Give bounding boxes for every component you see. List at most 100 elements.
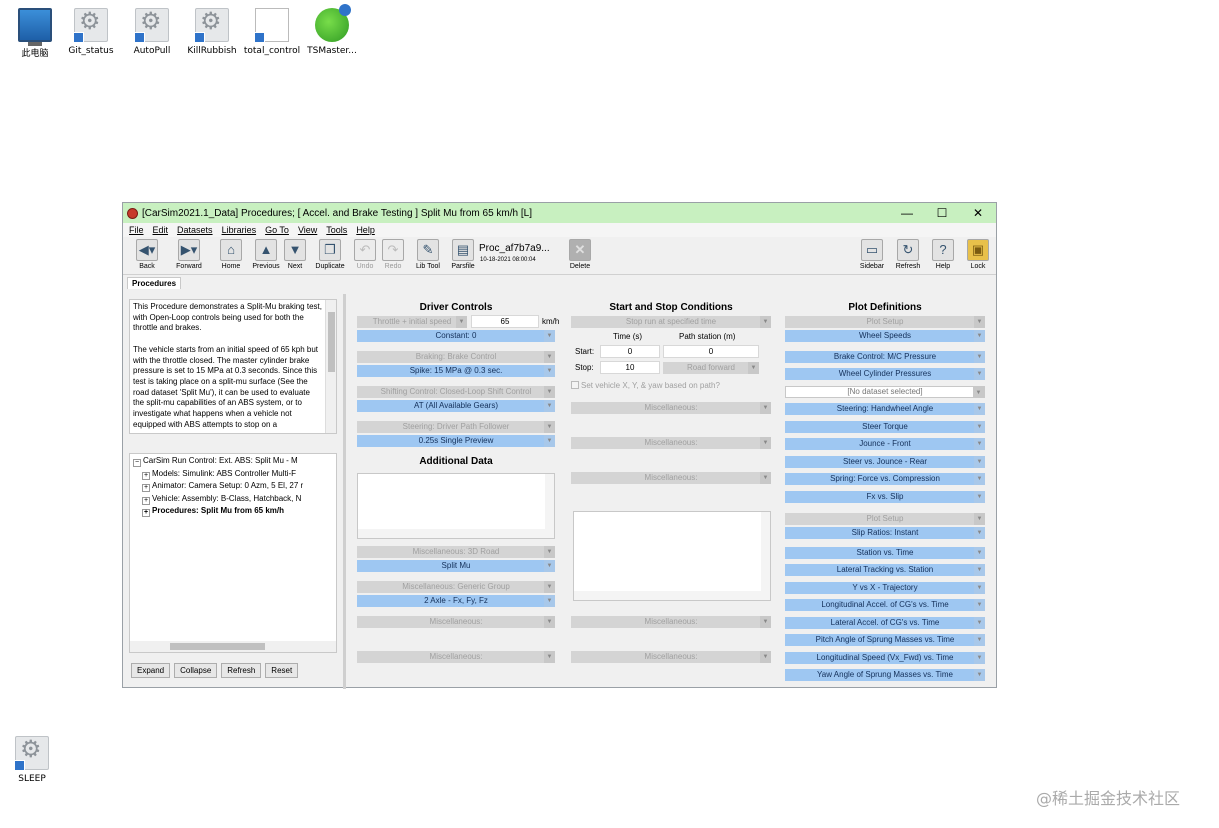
maximize-button[interactable]: ☐ [924, 203, 960, 223]
plot-item[interactable]: Longitudinal Accel. of CG's vs. Time ▼ [785, 599, 985, 611]
tree-item[interactable]: − CarSim Run Control: Ext. ABS: Split Mu … [133, 456, 324, 469]
home-button[interactable]: ⌂ Home [213, 239, 249, 273]
help-button[interactable]: ? Help [925, 239, 961, 273]
misc-dropdown[interactable]: Miscellaneous: ▼ [571, 402, 771, 414]
plot-item[interactable]: Spring: Force vs. Compression ▼ [785, 473, 985, 485]
menu-edit[interactable]: Edit [153, 225, 169, 235]
menu-help[interactable]: Help [356, 225, 375, 235]
lib-tool-button[interactable]: ✎ Lib Tool [410, 239, 446, 273]
desktop-icon-sleep[interactable]: SLEEP [0, 735, 67, 784]
plot-item[interactable]: Jounce - Front ▼ [785, 438, 985, 450]
braking-dataset[interactable]: Spike: 15 MPa @ 0.3 sec. ▼ [357, 365, 555, 377]
collapse-icon[interactable]: − [133, 459, 141, 467]
delete-button[interactable]: ✕ Delete [562, 239, 598, 273]
plot-item[interactable]: Y vs X - Trajectory ▼ [785, 582, 985, 594]
scroll-thumb[interactable] [170, 643, 265, 650]
expand-icon[interactable]: + [142, 484, 150, 493]
stop-time-input[interactable]: 10 [600, 361, 660, 374]
set-vehicle-checkbox[interactable]: Set vehicle X, Y, & yaw based on path? [571, 381, 720, 390]
plot-setup-dropdown[interactable]: Plot Setup ▼ [785, 513, 985, 525]
menu-goto[interactable]: Go To [265, 225, 289, 235]
refresh-toolbar-button[interactable]: ↻ Refresh [890, 239, 926, 273]
reset-button[interactable]: Reset [265, 663, 299, 678]
plot-item[interactable]: Lateral Tracking vs. Station ▼ [785, 564, 985, 576]
misc-dropdown[interactable]: Miscellaneous: ▼ [357, 651, 555, 663]
panel-splitter[interactable] [343, 294, 346, 689]
plot-setup-dataset[interactable]: Slip Ratios: Instant ▼ [785, 527, 985, 539]
tree-item[interactable]: + Procedures: Split Mu from 65 km/h [133, 506, 324, 519]
collapse-button[interactable]: Collapse [174, 663, 218, 678]
steering-dataset[interactable]: 0.25s Single Preview ▼ [357, 435, 555, 447]
expand-icon[interactable]: + [142, 471, 150, 480]
refresh-button[interactable]: Refresh [221, 663, 262, 678]
menu-datasets[interactable]: Datasets [177, 225, 213, 235]
plot-item[interactable]: Pitch Angle of Sprung Masses vs. Time ▼ [785, 634, 985, 646]
misc-dropdown[interactable]: Miscellaneous: ▼ [571, 651, 771, 663]
forward-button[interactable]: ▶▾ Forward [171, 239, 207, 273]
start-time-input[interactable]: 0 [600, 345, 660, 358]
description-scrollbar[interactable] [325, 300, 336, 433]
plot-item[interactable]: Longitudinal Speed (Vx_Fwd) vs. Time ▼ [785, 652, 985, 664]
tree-item[interactable]: + Animator: Camera Setup: 0 Azm, 5 El, 27… [133, 481, 324, 494]
sidebar-button[interactable]: ▭ Sidebar [854, 239, 890, 273]
next-button[interactable]: ▼ Next [277, 239, 313, 273]
road-direction-dropdown[interactable]: Road forward ▼ [663, 362, 759, 374]
generic-group-dataset[interactable]: 2 Axle - Fx, Fy, Fz ▼ [357, 595, 555, 607]
plot-item[interactable]: Yaw Angle of Sprung Masses vs. Time ▼ [785, 669, 985, 681]
back-button[interactable]: ◀▾ Back [129, 239, 165, 273]
redo-button[interactable]: ↷ Redo [375, 239, 411, 273]
shifting-dataset[interactable]: AT (All Available Gears) ▼ [357, 400, 555, 412]
plot-item[interactable]: Steering: Handwheel Angle ▼ [785, 403, 985, 415]
close-button[interactable]: ✕ [960, 203, 996, 223]
plot-setup-dataset[interactable]: Wheel Speeds ▼ [785, 330, 985, 342]
road-dataset[interactable]: Split Mu ▼ [357, 560, 555, 572]
menu-libraries[interactable]: Libraries [222, 225, 257, 235]
expand-button[interactable]: Expand [131, 663, 171, 678]
lock-button[interactable]: ▣ Lock [960, 239, 996, 273]
initial-speed-input[interactable]: 65 [471, 315, 539, 328]
textbox-scrollbar[interactable] [761, 512, 770, 600]
menu-file[interactable]: File [129, 225, 144, 235]
parsfile-button[interactable]: ▤ Parsfile [445, 239, 481, 273]
title-bar[interactable]: [CarSim2021.1_Data] Procedures; [ Accel.… [123, 203, 996, 223]
steering-dropdown[interactable]: Steering: Driver Path Follower ▼ [357, 421, 555, 433]
tree-item[interactable]: + Models: Simulink: ABS Controller Multi-… [133, 469, 324, 482]
plot-item[interactable]: Wheel Cylinder Pressures ▼ [785, 368, 985, 380]
tree-scrollbar[interactable] [130, 641, 336, 652]
plot-item[interactable]: Steer Torque ▼ [785, 421, 985, 433]
misc-dropdown[interactable]: Miscellaneous: ▼ [571, 616, 771, 628]
tab-procedures[interactable]: Procedures [127, 277, 182, 289]
throttle-dropdown[interactable]: Throttle + initial speed ▼ [357, 316, 467, 328]
textbox-scrollbar[interactable] [358, 529, 554, 538]
misc-dropdown[interactable]: Miscellaneous: ▼ [571, 437, 771, 449]
braking-dropdown[interactable]: Braking: Brake Control ▼ [357, 351, 555, 363]
scroll-thumb[interactable] [328, 312, 335, 372]
start-path-input[interactable]: 0 [663, 345, 759, 358]
misc-dropdown[interactable]: Miscellaneous: ▼ [357, 616, 555, 628]
plot-item-empty[interactable]: [No dataset selected] ▼ [785, 386, 985, 398]
additional-data-textbox[interactable] [357, 473, 555, 539]
expand-icon[interactable]: + [142, 496, 150, 505]
desktop-icon-tsmaster[interactable]: TSMaster... [297, 4, 367, 56]
road-dropdown[interactable]: Miscellaneous: 3D Road ▼ [357, 546, 555, 558]
menu-tools[interactable]: Tools [326, 225, 347, 235]
duplicate-button[interactable]: ❐ Duplicate [312, 239, 348, 273]
tree-item[interactable]: + Vehicle: Assembly: B-Class, Hatchback, … [133, 494, 324, 507]
desktop-icon-git-status[interactable]: Git_status [56, 7, 126, 56]
minimize-button[interactable]: — [889, 203, 925, 223]
plot-item[interactable]: Lateral Accel. of CG's vs. Time ▼ [785, 617, 985, 629]
plot-item[interactable]: Station vs. Time ▼ [785, 547, 985, 559]
shifting-dropdown[interactable]: Shifting Control: Closed-Loop Shift Cont… [357, 386, 555, 398]
plot-item[interactable]: Steer vs. Jounce - Rear ▼ [785, 456, 985, 468]
plot-setup-dropdown[interactable]: Plot Setup ▼ [785, 316, 985, 328]
plot-item[interactable]: Brake Control: M/C Pressure ▼ [785, 351, 985, 363]
expand-icon[interactable]: + [142, 509, 150, 518]
procedure-description[interactable]: This Procedure demonstrates a Split-Mu b… [129, 299, 337, 434]
menu-view[interactable]: View [298, 225, 317, 235]
start-stop-textbox[interactable] [573, 511, 771, 601]
textbox-scrollbar[interactable] [574, 591, 770, 600]
stop-mode-dropdown[interactable]: Stop run at specified time ▼ [571, 316, 771, 328]
plot-item[interactable]: Fx vs. Slip ▼ [785, 491, 985, 503]
speed-dataset[interactable]: Constant: 0 ▼ [357, 330, 555, 342]
misc-dropdown[interactable]: Miscellaneous: ▼ [571, 472, 771, 484]
